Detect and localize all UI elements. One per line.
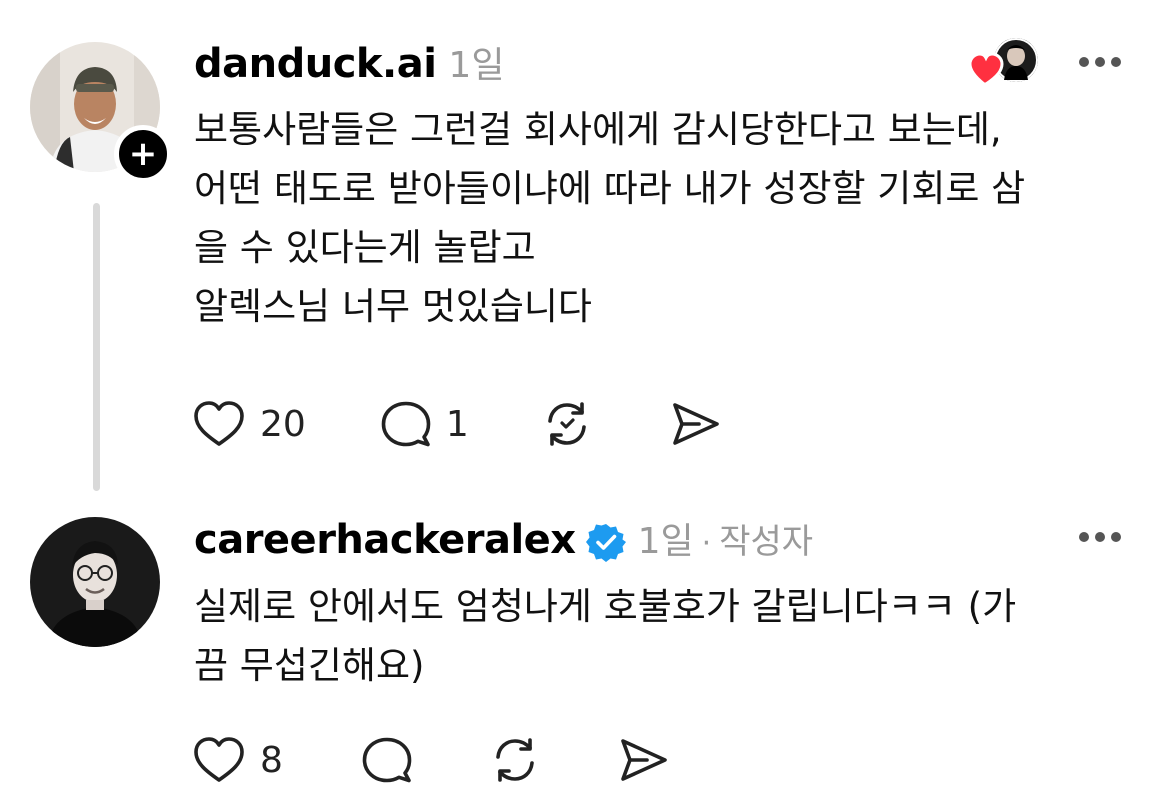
timestamp: 1일: [448, 45, 505, 86]
like-count: 8: [260, 739, 283, 781]
like-count: 20: [260, 403, 306, 445]
post-text-line: 을 수 있다는게 놀랍고: [194, 226, 536, 269]
post-text-line: 알렉스님 너무 멋있습니다: [194, 285, 592, 328]
more-icon[interactable]: [1078, 530, 1122, 544]
meta-separator: ·: [701, 526, 712, 561]
avatar[interactable]: [30, 517, 160, 647]
post-text: 실제로 안에서도 엄청나게 호불호가 갈립니다ㅋㅋ (가 끔 무섭긴해요): [194, 577, 1144, 695]
comment-icon: [362, 737, 412, 783]
post-text-line: 보통사람들은 그런걸 회사에게 감시당한다고 보는데,: [194, 108, 1002, 151]
post-text-line: 어떤 태도로 받아들이냐에 따라 내가 성장할 기회로 삼: [194, 167, 1026, 210]
repost-icon: [496, 738, 534, 782]
send-icon: [672, 403, 719, 445]
reply-post: + danduck.ai 1일 보통사람들은 그런걸 회사에게 감시당한다고 보…: [0, 0, 1170, 500]
share-button[interactable]: [669, 398, 721, 450]
follow-plus-icon[interactable]: +: [114, 125, 172, 183]
liked-by-author-icon: [966, 36, 1042, 88]
verified-badge-icon: [585, 524, 626, 562]
repost-icon: [547, 402, 586, 446]
action-bar: 8: [192, 734, 669, 786]
action-bar: 20 1: [192, 398, 721, 450]
share-button[interactable]: [617, 734, 669, 786]
comment-icon: [381, 401, 431, 447]
post-text-line: 끔 무섭긴해요): [194, 644, 425, 687]
reply-button[interactable]: [361, 734, 413, 786]
repost-button[interactable]: [489, 734, 541, 786]
post-header: danduck.ai 1일: [194, 36, 504, 88]
repost-button[interactable]: [541, 398, 593, 450]
heart-icon: [194, 401, 244, 446]
reply-post: careerhackeralex 1일 · 작성자 실제로 안에서도 엄청나게 …: [0, 500, 1170, 812]
send-icon: [621, 739, 667, 781]
post-text: 보통사람들은 그런걸 회사에게 감시당한다고 보는데, 어떤 태도로 받아들이냐…: [194, 100, 1144, 336]
username[interactable]: danduck.ai: [194, 41, 437, 87]
reply-button[interactable]: 1: [380, 398, 469, 450]
heart-icon: [194, 737, 244, 782]
timestamp: 1일: [637, 521, 694, 562]
post-text-line: 실제로 안에서도 엄청나게 호불호가 갈립니다ㅋㅋ (가: [194, 585, 1017, 628]
like-button[interactable]: 8: [192, 734, 283, 786]
post-header: careerhackeralex 1일 · 작성자: [194, 512, 813, 564]
reply-count: 1: [445, 403, 469, 445]
more-icon[interactable]: [1078, 55, 1122, 69]
username[interactable]: careerhackeralex: [194, 517, 576, 563]
thread-line: [93, 203, 100, 491]
author-tag: 작성자: [719, 522, 814, 562]
like-button[interactable]: 20: [192, 398, 306, 450]
